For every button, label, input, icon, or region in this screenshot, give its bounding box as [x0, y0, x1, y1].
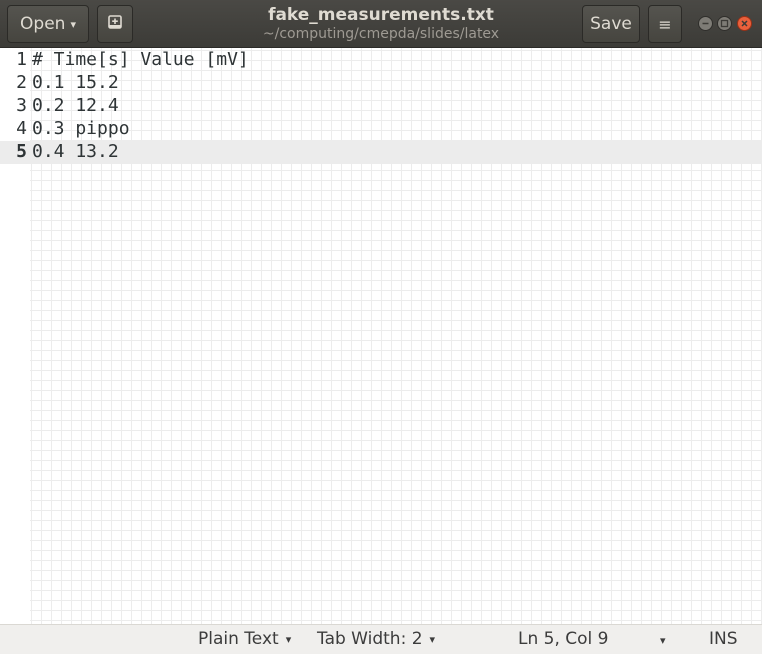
tab-width-label: Tab Width: 2 [317, 629, 423, 649]
line-text: 0.4 13.2 [32, 141, 119, 162]
hamburger-menu-icon: ≡ [658, 14, 672, 34]
language-label: Plain Text [198, 629, 279, 649]
line-number: 3 [16, 95, 27, 116]
new-tab-icon [107, 14, 123, 35]
menu-button[interactable]: ≡ [648, 5, 682, 43]
cursor-position-label: Ln 5, Col 9 [518, 629, 609, 649]
insert-mode-label: INS [709, 629, 738, 649]
gedit-window: Open ▾ fake_measurements.txt ~/computing… [0, 0, 762, 654]
open-button-label: Open [20, 14, 66, 34]
editor-line[interactable]: 4 0.3 pippo [0, 117, 762, 140]
line-text: 0.2 12.4 [32, 95, 119, 116]
line-number: 2 [16, 72, 27, 93]
insert-mode-indicator: INS [709, 629, 738, 649]
editor-line[interactable]: 3 0.2 12.4 [0, 94, 762, 117]
minimize-icon[interactable] [698, 16, 713, 31]
chevron-down-icon: ▾ [285, 632, 292, 646]
title-block: fake_measurements.txt ~/computing/cmepda… [220, 5, 542, 43]
header-bar: Open ▾ fake_measurements.txt ~/computing… [0, 0, 762, 48]
line-text: 0.3 pippo [32, 118, 130, 139]
editor-line[interactable]: 2 0.1 15.2 [0, 71, 762, 94]
editor-line-current[interactable]: 5 0.4 13.2 [0, 140, 762, 163]
language-selector[interactable]: Plain Text ▾ [198, 629, 291, 649]
line-text: # Time[s] Value [mV] [32, 49, 249, 70]
chevron-down-icon: ▾ [429, 632, 436, 646]
window-title: fake_measurements.txt [268, 5, 494, 25]
new-document-button[interactable] [97, 5, 133, 43]
open-button[interactable]: Open ▾ [7, 5, 89, 43]
cursor-position: Ln 5, Col 9 [518, 629, 609, 649]
maximize-icon[interactable] [717, 16, 732, 31]
line-text: 0.1 15.2 [32, 72, 119, 93]
save-button[interactable]: Save [582, 5, 640, 43]
save-button-label: Save [590, 14, 632, 34]
line-number: 1 [16, 49, 27, 70]
close-icon[interactable] [737, 16, 752, 31]
window-subtitle: ~/computing/cmepda/slides/latex [262, 26, 500, 42]
position-dropdown[interactable]: ▾ [660, 634, 666, 647]
text-editor[interactable]: 1 # Time[s] Value [mV] 2 0.1 15.2 3 0.2 … [0, 48, 762, 624]
line-number: 4 [16, 118, 27, 139]
chevron-down-icon: ▾ [660, 634, 666, 647]
status-bar: Plain Text ▾ Tab Width: 2 ▾ Ln 5, Col 9 … [0, 624, 762, 654]
chevron-down-icon: ▾ [70, 17, 76, 31]
line-number-current: 5 [16, 141, 27, 162]
editor-line[interactable]: 1 # Time[s] Value [mV] [0, 48, 762, 71]
editor-lines: 1 # Time[s] Value [mV] 2 0.1 15.2 3 0.2 … [0, 48, 762, 163]
tab-width-selector[interactable]: Tab Width: 2 ▾ [317, 629, 435, 649]
